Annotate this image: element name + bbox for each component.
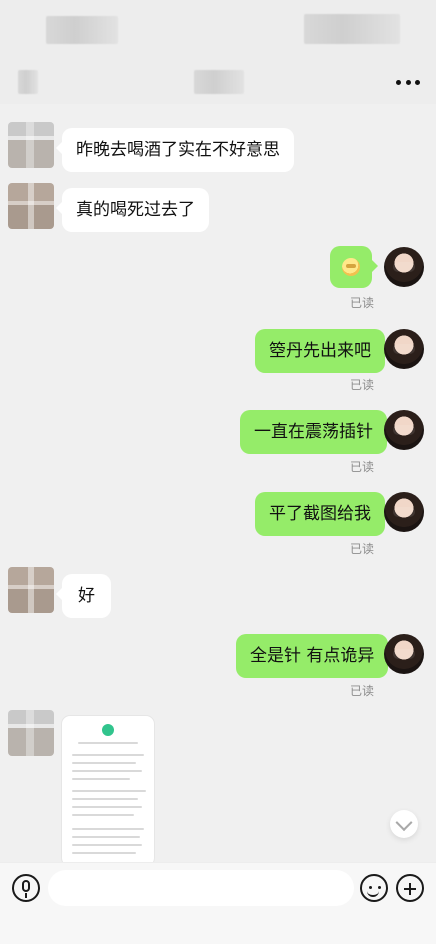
my-avatar[interactable] xyxy=(384,410,424,450)
scroll-to-bottom-button[interactable] xyxy=(390,810,418,838)
avatar[interactable] xyxy=(8,567,54,613)
image-line xyxy=(72,762,136,764)
image-line xyxy=(72,778,130,780)
plus-icon[interactable] xyxy=(396,874,424,902)
message-text: 真的喝死过去了 xyxy=(76,200,195,220)
avatar[interactable] xyxy=(8,183,54,229)
read-receipt: 已读 xyxy=(350,378,375,392)
message-text: 好 xyxy=(78,586,95,606)
read-receipt: 已读 xyxy=(350,684,375,698)
read-receipt: 已读 xyxy=(350,542,375,556)
mic-icon[interactable] xyxy=(12,874,40,902)
message-text: 箜丹先出来吧 xyxy=(269,341,371,361)
blurred-back-area xyxy=(18,70,38,94)
image-line xyxy=(72,828,144,830)
image-line xyxy=(72,798,138,800)
outgoing-message-bubble[interactable]: 平了截图给我 xyxy=(255,492,391,536)
outgoing-emoji-bubble[interactable] xyxy=(330,246,378,288)
message-text: 平了截图给我 xyxy=(269,504,371,524)
message-input[interactable] xyxy=(48,870,354,906)
my-avatar[interactable] xyxy=(384,329,424,369)
emoji-icon[interactable] xyxy=(360,874,388,902)
more-dot xyxy=(415,79,420,85)
image-line xyxy=(72,806,142,808)
message-text: 昨晚去喝酒了实在不好意思 xyxy=(76,140,280,160)
my-avatar[interactable] xyxy=(384,634,424,674)
image-line xyxy=(72,836,140,838)
incoming-message-bubble[interactable]: 昨晚去喝酒了实在不好意思 xyxy=(56,128,294,172)
image-line xyxy=(78,742,138,744)
my-avatar[interactable] xyxy=(384,492,424,532)
my-avatar[interactable] xyxy=(384,247,424,287)
read-receipt: 已读 xyxy=(350,296,375,310)
message-text: 一直在震荡插针 xyxy=(254,422,373,442)
image-line xyxy=(72,814,134,816)
outgoing-message-bubble[interactable]: 一直在震荡插针 xyxy=(240,410,393,454)
incoming-image-message[interactable] xyxy=(62,716,154,862)
avatar[interactable] xyxy=(8,710,54,756)
chevron-down-icon xyxy=(395,814,413,832)
more-dot xyxy=(396,79,401,85)
top-status-area xyxy=(0,0,436,60)
chat-messages[interactable]: 昨晚去喝酒了实在不好意思 真的喝死过去了 已读 箜丹先出来吧 已读 一直在震荡插… xyxy=(0,104,436,862)
outgoing-message-bubble[interactable]: 箜丹先出来吧 xyxy=(255,329,391,373)
incoming-message-bubble[interactable]: 真的喝死过去了 xyxy=(56,188,209,232)
image-line xyxy=(72,770,142,772)
outgoing-message-bubble[interactable]: 全是针 有点诡异 xyxy=(236,634,395,678)
emoji-icon xyxy=(342,258,360,276)
read-receipt: 已读 xyxy=(350,460,375,474)
chat-header xyxy=(0,60,436,104)
blurred-chat-title xyxy=(194,70,244,94)
image-line xyxy=(72,844,142,846)
more-dot xyxy=(405,79,411,85)
more-icon[interactable] xyxy=(396,72,420,92)
message-text: 全是针 有点诡异 xyxy=(250,646,375,666)
image-line xyxy=(72,754,144,756)
image-line xyxy=(72,790,146,792)
blurred-title-left xyxy=(46,16,118,44)
blurred-title-right xyxy=(304,14,400,44)
image-line xyxy=(72,852,136,854)
incoming-message-bubble[interactable]: 好 xyxy=(56,574,111,618)
avatar[interactable] xyxy=(8,122,54,168)
check-icon xyxy=(102,724,114,736)
